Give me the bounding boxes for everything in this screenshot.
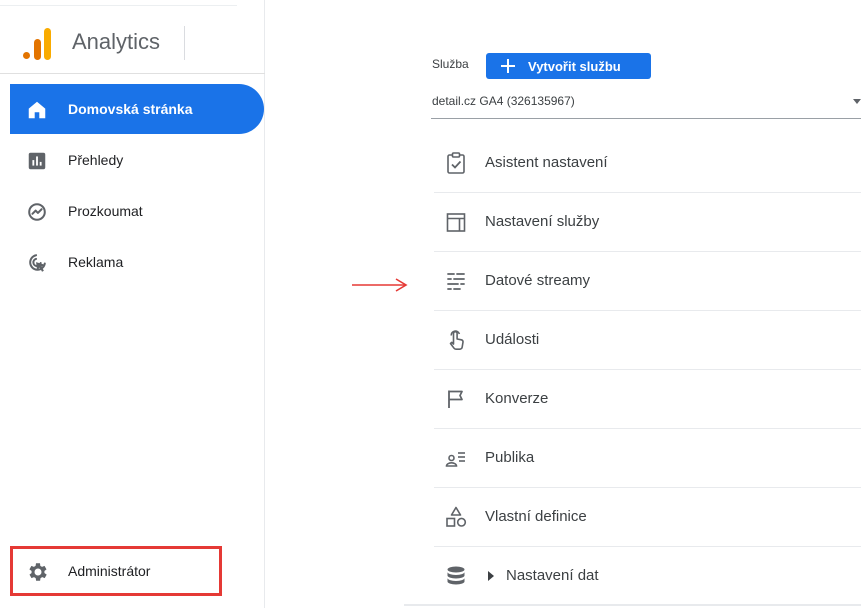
nav-item-label: Domovská stránka bbox=[68, 101, 193, 117]
menu-item-custom-definitions[interactable]: Vlastní definice bbox=[434, 488, 861, 547]
setup-assistant-icon bbox=[447, 152, 465, 174]
reports-icon bbox=[28, 152, 46, 170]
create-property-label: Vytvořit službu bbox=[528, 59, 621, 74]
audiences-icon bbox=[445, 452, 465, 467]
nav-item-label: Reklama bbox=[68, 254, 124, 270]
app-name: Analytics bbox=[72, 29, 161, 54]
menu-item-property-settings[interactable]: Nastavení služby bbox=[434, 193, 861, 252]
advertising-icon bbox=[29, 254, 46, 272]
brand-header: Analytics bbox=[0, 6, 265, 74]
menu-item-conversions[interactable]: Konverze bbox=[434, 370, 861, 429]
expand-triangle-icon[interactable] bbox=[488, 571, 494, 581]
home-icon bbox=[28, 101, 46, 119]
property-menu: Asistent nastavení Nastavení služby Dato… bbox=[434, 134, 861, 606]
plus-icon bbox=[501, 59, 515, 73]
menu-item-label: Datové streamy bbox=[485, 272, 591, 289]
menu-item-setup-assistant[interactable]: Asistent nastavení bbox=[434, 134, 861, 193]
brand-separator bbox=[184, 26, 185, 60]
property-settings-icon bbox=[446, 213, 466, 232]
create-property-button[interactable]: Vytvořit službu bbox=[486, 53, 651, 79]
left-navigation: Analytics Domovská stránka Přehledy Proz… bbox=[0, 0, 265, 608]
custom-definitions-icon bbox=[446, 506, 467, 527]
menu-item-events[interactable]: Události bbox=[434, 311, 861, 370]
admin-button[interactable]: Administrátor bbox=[10, 546, 222, 596]
nav-item-label: Prozkoumat bbox=[68, 203, 143, 219]
menu-item-label: Nastavení dat bbox=[506, 567, 599, 584]
menu-item-label: Publika bbox=[485, 449, 535, 466]
menu-item-label: Události bbox=[485, 331, 540, 348]
gear-icon bbox=[29, 563, 47, 581]
red-arrow-icon bbox=[352, 278, 408, 292]
nav-item-label: Přehledy bbox=[68, 152, 124, 168]
bottom-divider bbox=[404, 604, 861, 606]
data-settings-icon bbox=[447, 566, 465, 585]
admin-label: Administrátor bbox=[68, 563, 151, 579]
menu-item-label: Vlastní definice bbox=[485, 508, 587, 525]
conversions-flag-icon bbox=[448, 390, 463, 408]
property-selected-value: detail.cz GA4 (326135967) bbox=[432, 94, 575, 108]
menu-item-audiences[interactable]: Publika bbox=[434, 429, 861, 488]
property-selector[interactable]: detail.cz GA4 (326135967) bbox=[431, 88, 861, 119]
menu-item-data-settings[interactable]: Nastavení dat bbox=[434, 547, 861, 606]
nav-item-explore[interactable]: Prozkoumat bbox=[10, 186, 264, 236]
events-icon bbox=[449, 330, 464, 351]
explore-icon bbox=[28, 203, 46, 221]
data-streams-icon bbox=[447, 273, 465, 290]
menu-item-data-streams[interactable]: Datové streamy bbox=[434, 252, 861, 311]
menu-item-label: Asistent nastavení bbox=[485, 154, 608, 171]
dropdown-caret-icon bbox=[853, 99, 861, 104]
property-label: Služba bbox=[432, 57, 469, 71]
analytics-logo-icon[interactable] bbox=[22, 28, 52, 60]
nav-item-reports[interactable]: Přehledy bbox=[10, 135, 264, 185]
menu-item-label: Nastavení služby bbox=[485, 213, 600, 230]
nav-item-home[interactable]: Domovská stránka bbox=[10, 84, 264, 134]
nav-item-advertising[interactable]: Reklama bbox=[10, 237, 264, 287]
menu-item-label: Konverze bbox=[485, 390, 549, 407]
